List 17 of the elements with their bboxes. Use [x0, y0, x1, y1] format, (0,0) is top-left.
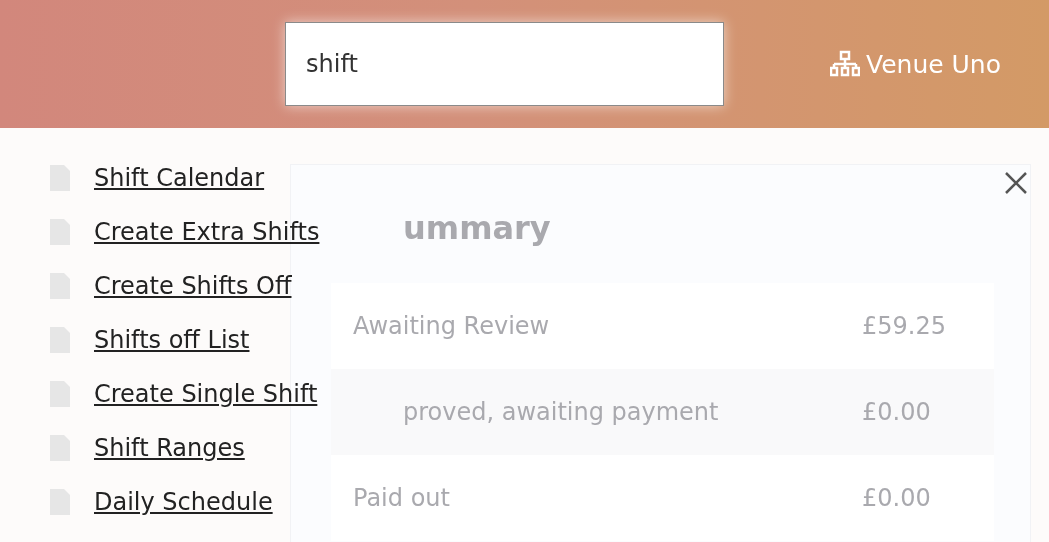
summary-amount: £0.00 [862, 398, 932, 426]
result-link[interactable]: Create Extra Shifts [94, 218, 320, 246]
result-link[interactable]: Shifts off List [94, 326, 250, 354]
result-link[interactable]: Shift Calendar [94, 164, 265, 192]
summary-amount: £0.00 [862, 484, 932, 512]
result-link[interactable]: Create Single Shift [94, 380, 318, 408]
close-button[interactable] [1003, 170, 1029, 196]
summary-label: Paid out [353, 484, 450, 512]
summary-amount: £59.25 [862, 312, 947, 340]
summary-label: Awaiting Review [353, 312, 550, 340]
sitemap-icon [830, 50, 860, 78]
summary-title: ummary [402, 208, 552, 249]
result-link[interactable]: Daily Schedule [94, 488, 273, 516]
result-link[interactable]: Shift Ranges [94, 434, 245, 462]
summary-label: proved, awaiting payment [403, 398, 719, 426]
result-link[interactable]: Create Shifts Off [94, 272, 292, 300]
search-field[interactable]: shift [285, 22, 724, 106]
